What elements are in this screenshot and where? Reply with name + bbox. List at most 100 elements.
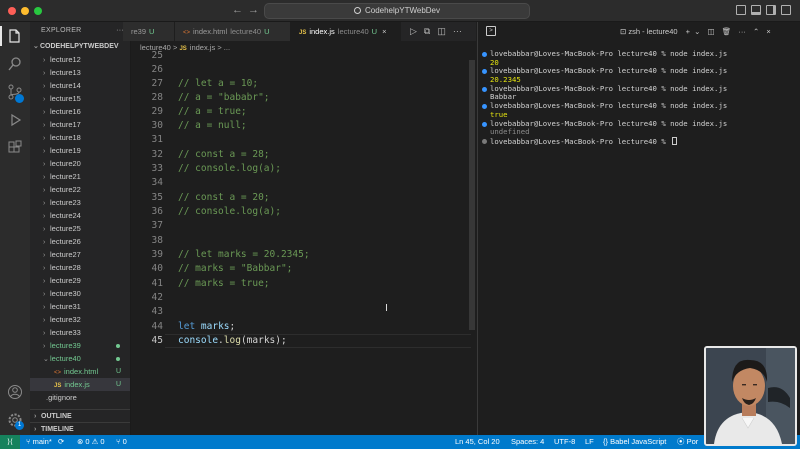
tab-label: re39: [131, 27, 147, 36]
new-terminal-icon[interactable]: +: [686, 27, 690, 36]
explorer-icon[interactable]: [7, 28, 23, 44]
tree-folder[interactable]: › lecture20: [30, 157, 130, 170]
tree-file-index-js[interactable]: JS index.js U: [30, 378, 130, 391]
chevron-down-icon[interactable]: ⌄: [694, 27, 700, 36]
maximize-window-button[interactable]: [34, 7, 42, 15]
close-window-button[interactable]: [8, 7, 16, 15]
explorer-sidebar: EXPLORER ··· ⌄CODEHELPYTWEBDEV › lecture1…: [30, 22, 131, 435]
port-status[interactable]: ⦿ Por: [677, 435, 698, 449]
tab-status: U: [264, 27, 270, 36]
tree-folder[interactable]: › lecture29: [30, 274, 130, 287]
chevron-down-icon: ⌄: [33, 43, 39, 50]
toggle-secondary-sidebar-icon[interactable]: [766, 5, 776, 15]
toggle-panel-icon[interactable]: [751, 5, 761, 15]
tree-folder[interactable]: › lecture21: [30, 170, 130, 183]
account-icon[interactable]: [7, 384, 23, 400]
terminal-output-line: undefined: [482, 127, 727, 137]
tree-folder[interactable]: › lecture15: [30, 92, 130, 105]
punct-token: ;: [229, 321, 236, 332]
line-number: 25: [151, 50, 163, 61]
tree-folder-lecture40[interactable]: ⌄lecture40: [30, 352, 130, 365]
tree-folder[interactable]: › lecture27: [30, 248, 130, 261]
tree-folder[interactable]: › lecture18: [30, 131, 130, 144]
problems-status[interactable]: ⊗ 0 ⚠ 0: [77, 435, 105, 449]
command-center-search[interactable]: CodehelpYTWebDev: [264, 3, 530, 19]
tree-folder[interactable]: › lecture26: [30, 235, 130, 248]
tab-index-js[interactable]: JS index.js lecture40 U ×: [291, 22, 401, 41]
cursor-position[interactable]: Ln 45, Col 20: [455, 435, 500, 449]
code-text: // console.log(a);: [178, 163, 281, 174]
tree-folder[interactable]: › lecture24: [30, 209, 130, 222]
code-line: 37: [131, 219, 471, 233]
search-icon[interactable]: [7, 56, 23, 72]
tree-folder[interactable]: › lecture14: [30, 79, 130, 92]
indentation-status[interactable]: Spaces: 4: [511, 435, 544, 449]
tree-folder[interactable]: › lecture12: [30, 53, 130, 66]
folder-label: lecture25: [50, 224, 81, 233]
tree-file-gitignore[interactable]: .gitignore: [30, 391, 130, 404]
tree-folder[interactable]: › lecture19: [30, 144, 130, 157]
trash-icon[interactable]: 🗑: [722, 27, 732, 36]
code-text: // a = null;: [178, 120, 247, 131]
tree-file-index-html[interactable]: <> index.html U: [30, 365, 130, 378]
back-arrow-icon[interactable]: ←: [232, 4, 243, 16]
close-tab-icon[interactable]: ×: [382, 27, 386, 36]
outline-section[interactable]: › OUTLINE: [30, 409, 130, 422]
tree-folder[interactable]: › lecture22: [30, 183, 130, 196]
more-actions-icon[interactable]: ···: [738, 27, 746, 36]
tree-folder-lecture39[interactable]: › lecture39: [30, 339, 130, 352]
tree-folder[interactable]: › lecture16: [30, 105, 130, 118]
terminal-shell-label[interactable]: zsh - lecture40: [628, 27, 677, 36]
customize-layout-icon[interactable]: [781, 5, 791, 15]
command-center-label: CodehelpYTWebDev: [364, 6, 440, 15]
sync-icon[interactable]: ⟳: [58, 435, 64, 449]
eol-status[interactable]: LF: [585, 435, 594, 449]
remote-indicator-icon[interactable]: ⟩⟨: [0, 435, 20, 449]
line-number: 38: [151, 235, 163, 246]
command-decoration-icon: [482, 52, 487, 57]
tree-folder[interactable]: › lecture25: [30, 222, 130, 235]
tree-folder[interactable]: › lecture33: [30, 326, 130, 339]
code-text: // marks = "Babbar";: [178, 263, 293, 274]
workspace-root[interactable]: ⌄CODEHELPYTWEBDEV: [30, 40, 130, 53]
tree-folder[interactable]: › lecture30: [30, 287, 130, 300]
tree-folder[interactable]: › lecture31: [30, 300, 130, 313]
compare-icon[interactable]: ⧉: [424, 26, 430, 36]
language-mode[interactable]: {} Babel JavaScript: [603, 435, 666, 449]
tree-folder[interactable]: › lecture13: [30, 66, 130, 79]
explorer-header: EXPLORER ···: [30, 22, 130, 40]
line-number: 44: [151, 321, 163, 332]
timeline-section[interactable]: › TIMELINE: [30, 422, 130, 435]
encoding-status[interactable]: UTF-8: [554, 435, 575, 449]
code-editor[interactable]: 25 26 27 // let a = 10; 28 // a = "bababr"…: [131, 50, 476, 435]
toggle-sidebar-icon[interactable]: [736, 5, 746, 15]
close-icon[interactable]: ×: [766, 27, 770, 36]
tree-folder[interactable]: › lecture23: [30, 196, 130, 209]
title-bar: ← → CodehelpYTWebDev: [0, 0, 800, 22]
chevron-up-icon[interactable]: ⌃: [753, 27, 759, 36]
branch-status[interactable]: ⑂ main*: [26, 435, 52, 449]
timeline-label: TIMELINE: [41, 426, 74, 433]
folder-label: lecture22: [50, 185, 81, 194]
split-terminal-icon[interactable]: ◫: [708, 27, 715, 36]
run-icon[interactable]: ▷: [410, 26, 417, 36]
tab-index-html[interactable]: <> index.html lecture40 U: [175, 22, 291, 41]
forward-arrow-icon[interactable]: →: [248, 4, 259, 16]
tree-folder[interactable]: › lecture17: [30, 118, 130, 131]
tree-folder[interactable]: › lecture32: [30, 313, 130, 326]
more-actions-icon[interactable]: ···: [453, 26, 462, 36]
tree-folder[interactable]: › lecture28: [30, 261, 130, 274]
editor-scrollbar[interactable]: [469, 60, 475, 330]
tab-folder: lecture40: [337, 27, 369, 36]
folder-label: lecture18: [50, 133, 81, 142]
minimize-window-button[interactable]: [21, 7, 29, 15]
command-decoration-icon: [482, 121, 487, 127]
run-debug-icon[interactable]: [7, 112, 23, 128]
split-editor-icon[interactable]: ◫: [437, 26, 446, 36]
tab-lecture39[interactable]: re39 U: [123, 22, 175, 41]
folder-label: lecture23: [50, 198, 81, 207]
extensions-icon[interactable]: [7, 140, 23, 156]
terminal-line-text: lovebabbar@Loves-MacBook-Pro lecture40 %…: [490, 49, 728, 58]
code-line: 36 // console.log(a);: [131, 205, 471, 219]
ports-status[interactable]: ⑂ 0: [116, 435, 127, 449]
